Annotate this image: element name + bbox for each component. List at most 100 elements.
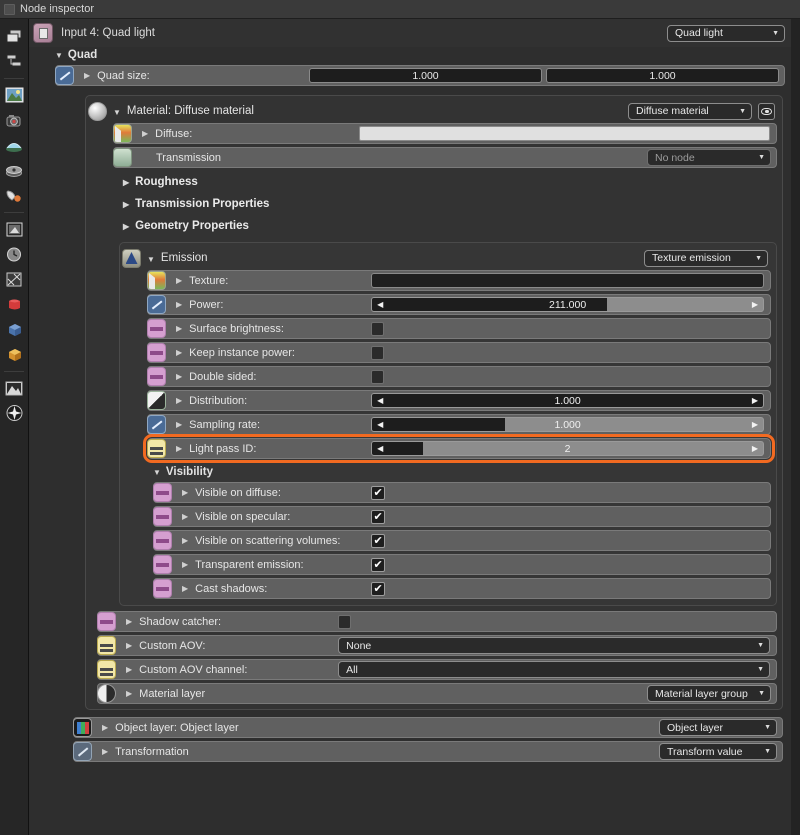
expand-arrow-icon[interactable]: ▶ — [176, 372, 182, 381]
transformation-row[interactable]: ▶ Transformation Transform value — [73, 741, 783, 762]
shadow-catcher-row[interactable]: ▶ Shadow catcher: — [97, 611, 777, 632]
light-pass-id-slider[interactable]: ◀ 2 ▶ — [371, 441, 764, 456]
geometry-properties-section-header[interactable]: Geometry Properties — [113, 215, 777, 237]
material-layer-selector[interactable]: Material layer group — [647, 685, 771, 702]
texture-row[interactable]: ▶ Texture: — [147, 270, 771, 291]
visible-on-scattering-volumes-checkbox[interactable]: ✔ — [371, 533, 386, 548]
keep-instance-power-row[interactable]: ▶ Keep instance power: — [147, 342, 771, 363]
sampling-rate-row[interactable]: ▶ Sampling rate: ◀ 1.000 ▶ — [147, 414, 771, 435]
quad-size-x-value: 1.000 — [412, 69, 439, 82]
slider-right-arrow-icon[interactable]: ▶ — [748, 418, 762, 431]
transparent-emission-row[interactable]: ▶ Transparent emission: ✔ — [153, 554, 771, 575]
environment-icon[interactable] — [3, 134, 25, 156]
transformation-selector[interactable]: Transform value — [659, 743, 777, 760]
node-type-selector[interactable]: Quad light — [667, 24, 785, 42]
expand-arrow-icon[interactable]: ▶ — [84, 71, 90, 80]
orange-cube-icon[interactable] — [3, 343, 25, 365]
expand-arrow-icon[interactable]: ▶ — [126, 617, 132, 626]
custom-aov-channel-row[interactable]: ▶ Custom AOV channel: All — [97, 659, 777, 680]
surface-brightness-row[interactable]: ▶ Surface brightness: — [147, 318, 771, 339]
light-pass-id-row[interactable]: ▶ Light pass ID: ◀ 2 ▶ — [143, 434, 775, 463]
expand-arrow-icon[interactable]: ▶ — [126, 641, 132, 650]
transmission-row[interactable]: Transmission No node — [113, 147, 777, 168]
distribution-slider[interactable]: ◀ 1.000 ▶ — [371, 393, 764, 408]
quad-size-x-input[interactable]: 1.000 — [309, 68, 542, 83]
shadow-catcher-checkbox[interactable] — [338, 614, 352, 629]
expand-arrow-icon[interactable]: ▶ — [176, 276, 182, 285]
eye-icon[interactable] — [758, 102, 775, 120]
power-slider[interactable]: ◀ 211.000 ▶ — [371, 297, 764, 312]
transparent-emission-checkbox[interactable]: ✔ — [371, 557, 386, 572]
expand-arrow-icon[interactable]: ▶ — [176, 324, 182, 333]
expand-arrow-icon[interactable]: ▶ — [182, 488, 188, 497]
diffuse-row[interactable]: ▶ Diffuse: — [113, 123, 777, 144]
material-type-selector[interactable]: Diffuse material — [628, 102, 752, 120]
material-layer-row[interactable]: ▶ Material layer Material layer group — [97, 683, 777, 704]
transformation-label: Transformation — [115, 745, 189, 758]
cast-shadows-checkbox[interactable]: ✔ — [371, 581, 386, 596]
paint-icon[interactable] — [3, 184, 25, 206]
landscape-icon[interactable] — [3, 377, 25, 399]
transmission-properties-section-header[interactable]: Transmission Properties — [113, 193, 777, 215]
expand-arrow-icon[interactable]: ▶ — [176, 396, 182, 405]
expand-arrow-icon[interactable]: ▶ — [176, 300, 182, 309]
quad-size-y-input[interactable]: 1.000 — [546, 68, 779, 83]
sampling-rate-value: 1.000 — [554, 418, 581, 431]
expand-arrow-icon[interactable]: ▶ — [182, 560, 188, 569]
material-collapse-arrow-icon[interactable] — [113, 102, 121, 120]
sampling-rate-slider[interactable]: ◀ 1.000 ▶ — [371, 417, 764, 432]
visible-on-diffuse-checkbox[interactable]: ✔ — [371, 485, 386, 500]
distribution-row[interactable]: ▶ Distribution: ◀ 1.000 ▶ — [147, 390, 771, 411]
emission-type-selector[interactable]: Texture emission — [644, 249, 768, 267]
render-region-icon[interactable] — [3, 218, 25, 240]
visible-on-scattering-volumes-row[interactable]: ▶ Visible on scattering volumes: ✔ — [153, 530, 771, 551]
emission-collapse-arrow-icon[interactable] — [147, 249, 155, 267]
expand-arrow-icon[interactable]: ▶ — [176, 420, 182, 429]
transmission-node-selector[interactable]: No node — [647, 149, 771, 166]
roughness-section-header[interactable]: Roughness — [113, 171, 777, 193]
expand-arrow-icon[interactable]: ▶ — [102, 747, 108, 756]
custom-aov-selector[interactable]: None — [338, 637, 770, 654]
diffuse-color-swatch[interactable] — [359, 126, 770, 141]
surface-brightness-checkbox[interactable] — [371, 321, 385, 336]
double-sided-checkbox[interactable] — [371, 369, 385, 384]
layers-icon[interactable] — [3, 25, 25, 47]
expand-arrow-icon[interactable]: ▶ — [126, 689, 132, 698]
keep-instance-power-checkbox[interactable] — [371, 345, 385, 360]
slider-right-arrow-icon[interactable]: ▶ — [748, 298, 762, 311]
clock-icon[interactable] — [3, 243, 25, 265]
expand-arrow-icon[interactable]: ▶ — [126, 665, 132, 674]
expand-arrow-icon[interactable]: ▶ — [182, 512, 188, 521]
nodes-icon[interactable] — [3, 50, 25, 72]
texture-input[interactable] — [371, 273, 764, 288]
expand-arrow-icon[interactable]: ▶ — [176, 444, 182, 453]
slider-right-arrow-icon[interactable]: ▶ — [748, 394, 762, 407]
slider-right-arrow-icon[interactable]: ▶ — [748, 442, 762, 455]
blue-cube-icon[interactable] — [3, 318, 25, 340]
custom-aov-row[interactable]: ▶ Custom AOV: None — [97, 635, 777, 656]
expand-arrow-icon[interactable]: ▶ — [176, 348, 182, 357]
expand-arrow-icon[interactable]: ▶ — [142, 129, 148, 138]
expand-arrow-icon[interactable]: ▶ — [182, 584, 188, 593]
transmission-icon — [113, 148, 132, 167]
double-sided-row[interactable]: ▶ Double sided: — [147, 366, 771, 387]
network-icon[interactable] — [3, 268, 25, 290]
quad-group-header[interactable]: Quad — [55, 49, 785, 61]
expand-arrow-icon[interactable]: ▶ — [102, 723, 108, 732]
quad-size-row[interactable]: ▶ Quad size: 1.000 1.000 — [55, 65, 785, 86]
visible-on-specular-checkbox[interactable]: ✔ — [371, 509, 386, 524]
custom-aov-channel-selector[interactable]: All — [338, 661, 770, 678]
film-icon[interactable] — [3, 159, 25, 181]
visibility-group-header[interactable]: Visibility — [153, 466, 771, 478]
visible-on-specular-row[interactable]: ▶ Visible on specular: ✔ — [153, 506, 771, 527]
image-icon[interactable] — [3, 84, 25, 106]
red-cube-icon[interactable] — [3, 293, 25, 315]
expand-arrow-icon[interactable]: ▶ — [182, 536, 188, 545]
object-layer-row[interactable]: ▶ Object layer: Object layer Object laye… — [73, 717, 783, 738]
cast-shadows-row[interactable]: ▶ Cast shadows: ✔ — [153, 578, 771, 599]
star-icon[interactable] — [3, 402, 25, 424]
visible-on-diffuse-row[interactable]: ▶ Visible on diffuse: ✔ — [153, 482, 771, 503]
camera-icon[interactable] — [3, 109, 25, 131]
object-layer-selector[interactable]: Object layer — [659, 719, 777, 736]
power-row[interactable]: ▶ Power: ◀ 211.000 ▶ — [147, 294, 771, 315]
